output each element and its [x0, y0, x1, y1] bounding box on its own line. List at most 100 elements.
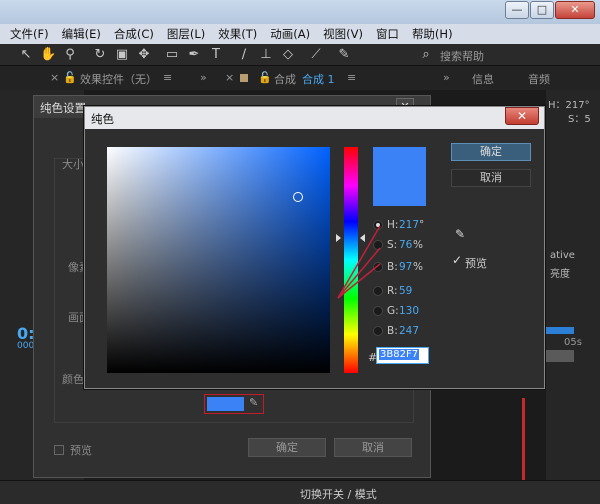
toolbar: ↖ ✋ ⚲ ↻ ▣ ✥ ▭ ✒ T ∕ ⊥ ◇ ⟋ ✎ ⌕ 搜索帮助 — [0, 44, 600, 66]
puppet-pin-tool-icon[interactable]: ✎ — [336, 47, 352, 63]
g-radio[interactable] — [373, 306, 383, 316]
selection-tool-icon[interactable]: ↖ — [18, 47, 34, 63]
color-picker-close-button[interactable]: ✕ — [505, 107, 539, 125]
panel-menu-icon[interactable]: ≡ — [347, 71, 356, 84]
pen-tool-icon[interactable]: ✒ — [186, 47, 202, 63]
lock-icon[interactable]: 🔓 — [63, 71, 77, 84]
s-value[interactable]: 76 — [399, 239, 412, 251]
comp-color-icon — [240, 74, 248, 82]
close-tab-icon[interactable]: × — [225, 71, 234, 84]
b-unit: % — [413, 261, 423, 273]
g-label: G: — [387, 305, 399, 317]
menu-view[interactable]: 视图(V) — [323, 26, 363, 42]
blue-radio[interactable] — [373, 326, 383, 336]
clone-stamp-tool-icon[interactable]: ⊥ — [258, 47, 274, 63]
hex-input[interactable]: 3B82F7 — [376, 347, 429, 364]
close-tab-icon[interactable]: × — [50, 71, 59, 84]
menu-window[interactable]: 窗口 — [376, 26, 399, 42]
r-label: R: — [387, 285, 398, 297]
search-icon[interactable]: ⌕ — [418, 47, 434, 63]
tab-audio[interactable]: 音频 — [528, 71, 550, 87]
r-radio[interactable] — [373, 286, 383, 296]
menu-composition[interactable]: 合成(C) — [114, 26, 154, 42]
camera-tool-icon[interactable]: ▣ — [114, 47, 130, 63]
color-label: 颜色 — [62, 373, 84, 386]
rotate-tool-icon[interactable]: ↻ — [92, 47, 108, 63]
roto-brush-tool-icon[interactable]: ⟋ — [308, 47, 324, 63]
color-cursor[interactable] — [293, 192, 303, 202]
solid-preview-checkbox[interactable] — [54, 445, 64, 455]
status-bar: 切换开关 / 模式 — [0, 480, 600, 504]
menu-file[interactable]: 文件(F) — [10, 26, 49, 42]
h-value[interactable]: 217 — [399, 219, 419, 231]
luminance-label: 亮度 — [550, 269, 570, 280]
color-picker-dialog: 纯色 ✕ H: 217 ° S: 76 % B: 97 % R: 59 G: 1… — [84, 106, 545, 389]
work-area-bar[interactable] — [546, 327, 574, 334]
menu-help[interactable]: 帮助(H) — [412, 26, 453, 42]
preview-label: 预览 — [465, 257, 487, 270]
menu-bar: 文件(F) 编辑(E) 合成(C) 图层(L) 效果(T) 动画(A) 视图(V… — [0, 24, 600, 44]
cancel-button[interactable]: 取消 — [451, 169, 531, 187]
preview-checkbox[interactable]: ✓ — [452, 253, 462, 267]
hue-slider[interactable] — [344, 147, 358, 373]
lock-icon[interactable]: 🔓 — [258, 71, 272, 84]
window-close-button[interactable]: ✕ — [555, 1, 595, 19]
panel-tabs-row: × 🔓 效果控件（无） ≡ » × 🔓 合成 合成 1 ≡ » 信息 音频 — [0, 66, 600, 90]
tab-effect-controls[interactable]: 效果控件（无） — [80, 71, 157, 87]
b-label: B: — [387, 261, 398, 273]
ok-button[interactable]: 确定 — [451, 143, 531, 161]
type-tool-icon[interactable]: T — [208, 47, 224, 63]
h-label: H: — [387, 219, 399, 231]
b-value[interactable]: 97 — [399, 261, 412, 273]
g-value[interactable]: 130 — [399, 305, 419, 317]
panel-menu-icon[interactable]: ≡ — [163, 71, 172, 84]
eraser-tool-icon[interactable]: ◇ — [280, 47, 296, 63]
rectangle-tool-icon[interactable]: ▭ — [164, 47, 180, 63]
s-radio[interactable] — [373, 240, 383, 250]
blend-mode-label: ative — [550, 250, 575, 261]
size-label: 大小 — [62, 158, 84, 171]
s-unit: % — [413, 239, 423, 251]
solid-ok-button[interactable]: 确定 — [248, 438, 326, 457]
menu-edit[interactable]: 编辑(E) — [62, 26, 101, 42]
b-radio[interactable] — [373, 262, 383, 272]
color-picker-title: 纯色 — [85, 107, 544, 129]
hue-slider-arrow-left[interactable] — [336, 234, 341, 242]
toggle-switches-modes-button[interactable]: 切换开关 / 模式 — [300, 486, 377, 502]
playhead[interactable] — [522, 398, 525, 480]
layer-duration-bar[interactable] — [546, 350, 574, 362]
tab-composition-name[interactable]: 合成 1 — [302, 71, 335, 87]
h-unit: ° — [419, 219, 425, 231]
brush-tool-icon[interactable]: ∕ — [236, 47, 252, 63]
search-help-input[interactable]: 搜索帮助 — [440, 48, 484, 64]
menu-animation[interactable]: 动画(A) — [270, 26, 310, 42]
zoom-tool-icon[interactable]: ⚲ — [62, 47, 78, 63]
menu-effect[interactable]: 效果(T) — [218, 26, 257, 42]
info-s-readout: S：5 — [568, 114, 591, 125]
blue-value[interactable]: 247 — [399, 325, 419, 337]
new-color-swatch — [373, 147, 426, 206]
panel-expand-icon[interactable]: » — [443, 71, 450, 84]
solid-preview-label: 预览 — [70, 444, 92, 457]
timeline-ruler-label: 05s — [564, 337, 582, 348]
r-value[interactable]: 59 — [399, 285, 412, 297]
tab-info[interactable]: 信息 — [472, 71, 494, 87]
info-h-readout: H：217° — [548, 100, 590, 111]
tab-composition[interactable]: 合成 — [274, 71, 296, 87]
eyedropper-icon[interactable]: ✎ — [452, 227, 468, 243]
panel-expand-icon[interactable]: » — [200, 71, 207, 84]
solid-cancel-button[interactable]: 取消 — [334, 438, 412, 457]
pan-behind-tool-icon[interactable]: ✥ — [136, 47, 152, 63]
h-radio[interactable] — [373, 220, 383, 230]
s-label: S: — [387, 239, 398, 251]
minimize-button[interactable]: — — [505, 1, 529, 19]
hue-slider-arrow-right[interactable] — [360, 234, 365, 242]
hex-input-value: 3B82F7 — [379, 349, 420, 360]
blue-label: B: — [387, 325, 398, 337]
maximize-button[interactable]: □ — [530, 1, 554, 19]
saturation-brightness-field[interactable] — [107, 147, 330, 373]
info-panel: H：217° S：5 ative 亮度 — [546, 90, 600, 490]
menu-layer[interactable]: 图层(L) — [167, 26, 205, 42]
eyedropper-icon[interactable]: ✎ — [249, 396, 263, 410]
hand-tool-icon[interactable]: ✋ — [40, 47, 56, 63]
